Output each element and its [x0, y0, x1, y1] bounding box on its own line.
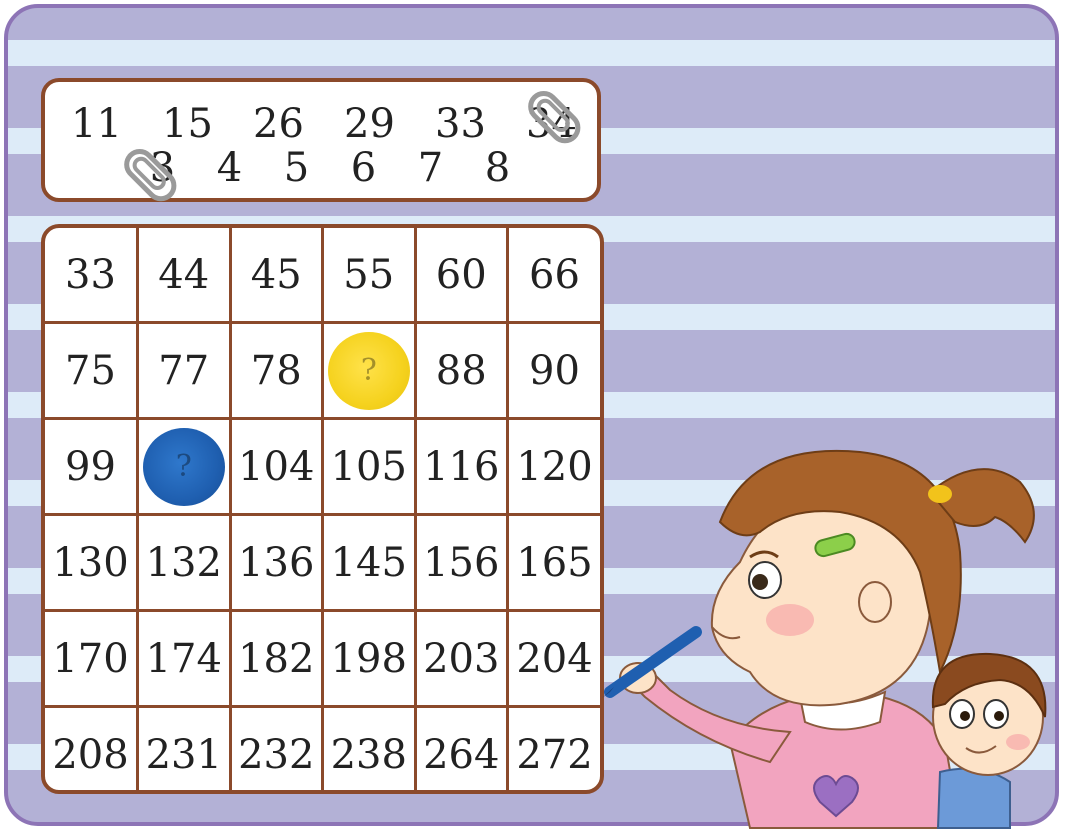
grid-cell[interactable]: 156 [413, 513, 509, 612]
grid-cell-blue-marked[interactable]: ? [136, 417, 232, 516]
list-number: 33 [435, 101, 486, 147]
yellow-crayon-mark: ? [327, 331, 410, 410]
grid-cell[interactable]: 60 [413, 228, 509, 324]
grid-row: 75 77 78 ? 88 90 [45, 321, 600, 420]
grid-cell[interactable]: 238 [321, 705, 417, 790]
grid-cell[interactable]: 78 [228, 321, 324, 420]
paperclip-icon [528, 91, 581, 144]
grid-cell[interactable]: 145 [321, 513, 417, 612]
grid-cell[interactable]: 132 [136, 513, 232, 612]
grid-cell[interactable]: 55 [321, 228, 417, 324]
boy-body [936, 767, 1011, 829]
grid-cell[interactable]: 272 [506, 705, 600, 790]
grid-row: 170 174 182 198 203 204 [45, 609, 600, 708]
number-grid: 33 44 45 55 60 66 75 77 78 ? 88 90 99 ? … [45, 228, 600, 790]
grid-row: 208 231 232 238 264 272 [45, 705, 600, 790]
grid-cell[interactable]: 33 [45, 228, 139, 324]
grid-cell[interactable]: 105 [321, 417, 417, 516]
grid-cell[interactable]: 182 [228, 609, 324, 708]
list-number: 6 [350, 145, 377, 191]
list-number: 8 [484, 145, 511, 191]
grid-cell[interactable]: 104 [228, 417, 324, 516]
children-illustration [602, 449, 1047, 829]
grid-cell[interactable]: 231 [136, 705, 232, 790]
grid-cell[interactable]: 120 [506, 417, 600, 516]
grid-cell[interactable]: 165 [506, 513, 600, 612]
grid-cell[interactable]: 45 [228, 228, 324, 324]
grid-cell-yellow-marked[interactable]: ? [321, 321, 417, 420]
grid-cell[interactable]: 116 [413, 417, 509, 516]
list-number: 29 [344, 101, 395, 147]
grid-cell[interactable]: 232 [228, 705, 324, 790]
grid-cell[interactable]: 77 [136, 321, 232, 420]
grid-row: 33 44 45 55 60 66 [45, 228, 600, 324]
grid-cell[interactable]: 136 [228, 513, 324, 612]
list-number: 7 [417, 145, 444, 191]
grid-row: 130 132 136 145 156 165 [45, 513, 600, 612]
grid-cell[interactable]: 208 [45, 705, 139, 790]
grid-cell[interactable]: 203 [413, 609, 509, 708]
grid-row: 99 ? 104 105 116 120 [45, 417, 600, 516]
grid-cell[interactable]: 204 [506, 609, 600, 708]
grid-cell[interactable]: 99 [45, 417, 139, 516]
grid-cell[interactable]: 198 [321, 609, 417, 708]
grid-cell[interactable]: 90 [506, 321, 600, 420]
grid-cell[interactable]: 44 [136, 228, 232, 324]
grid-cell[interactable]: 88 [413, 321, 509, 420]
grid-cell[interactable]: 66 [506, 228, 600, 324]
grid-cell[interactable]: 174 [136, 609, 232, 708]
list-number: 26 [253, 101, 304, 147]
list-number: 4 [216, 145, 243, 191]
blue-crayon-mark: ? [142, 427, 225, 506]
grid-cell[interactable]: 170 [45, 609, 139, 708]
list-number: 5 [283, 145, 310, 191]
number-grid-card: 33 44 45 55 60 66 75 77 78 ? 88 90 99 ? … [41, 224, 604, 794]
grid-cell[interactable]: 75 [45, 321, 139, 420]
grid-cell[interactable]: 264 [413, 705, 509, 790]
paperclip-icon [124, 149, 177, 202]
hair-tie [928, 485, 952, 503]
grid-cell[interactable]: 130 [45, 513, 139, 612]
